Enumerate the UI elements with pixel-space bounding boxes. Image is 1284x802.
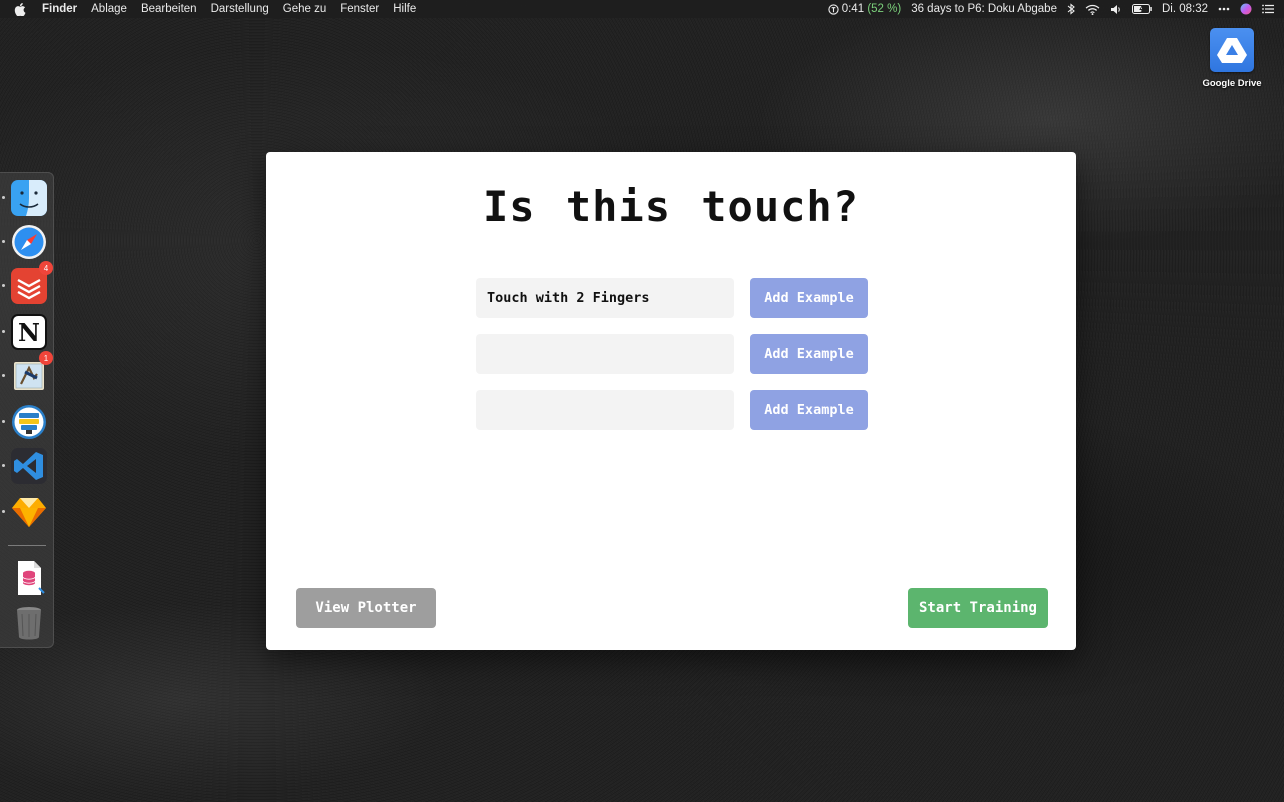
control-center-icon[interactable] [1262,4,1274,14]
running-indicator [2,510,5,513]
dock-item-safari[interactable] [2,223,48,261]
timer-icon [828,3,839,15]
dock-item-todoist[interactable]: 4 [2,261,53,305]
class-name-input[interactable] [476,390,734,430]
sketch-icon [12,498,46,527]
clock-text[interactable]: Di. 08:32 [1162,3,1208,15]
menu-fenster[interactable]: Fenster [340,3,379,15]
bluetooth-icon[interactable] [1067,3,1075,15]
timer-status[interactable]: 0:41 (52 %) [828,3,901,15]
dock-separator [8,545,46,546]
notification-badge: 4 [39,261,53,275]
dock-item-sketch[interactable] [2,493,48,531]
class-name-input[interactable] [476,278,734,318]
dock-item-finder[interactable] [2,179,48,217]
class-row: Add Example [476,278,868,318]
finder-icon [11,180,47,216]
add-example-button[interactable]: Add Example [750,390,868,430]
timer-text: 0:41 [841,3,865,15]
running-indicator [2,240,5,243]
battery-icon[interactable] [1131,4,1152,14]
running-indicator [2,196,5,199]
menu-app-name[interactable]: Finder [42,3,77,15]
menu-hilfe[interactable]: Hilfe [393,3,416,15]
class-row: Add Example [476,390,868,430]
add-example-button[interactable]: Add Example [750,278,868,318]
more-icon[interactable] [1218,7,1230,11]
notion-icon: N [11,314,47,350]
dock-item-trash[interactable] [10,603,48,641]
running-indicator [2,464,5,467]
running-indicator [2,330,5,333]
trash-icon [17,607,41,640]
database-file-icon [18,561,45,595]
desktop-icon-label: Google Drive [1202,78,1262,89]
class-row: Add Example [476,334,868,374]
volume-icon[interactable] [1110,4,1122,15]
dock-item-notion[interactable]: N [2,313,48,351]
menu-darstellung[interactable]: Darstellung [211,3,269,15]
class-name-input[interactable] [476,334,734,374]
svg-text:N: N [18,318,40,347]
google-drive-icon [1210,28,1254,72]
apple-logo-icon[interactable] [14,2,28,16]
menu-ablage[interactable]: Ablage [91,3,127,15]
add-example-button[interactable]: Add Example [750,334,868,374]
timer-percent: (52 %) [867,3,902,15]
dock-item-sql-document[interactable] [10,559,48,597]
sourcetree-icon [12,405,46,439]
wifi-icon[interactable] [1085,4,1100,15]
running-indicator [2,420,5,423]
running-indicator [2,374,5,377]
running-indicator [2,284,5,287]
dock-item-sourcetree[interactable] [2,403,48,441]
dock-item-mail[interactable]: 1 [2,351,53,395]
start-training-button[interactable]: Start Training [908,588,1048,628]
dock: 4 N 1 [0,172,54,648]
safari-icon [12,225,46,259]
desktop-icon-google-drive[interactable]: Google Drive [1196,28,1268,89]
vscode-icon [11,448,47,484]
dock-item-vscode[interactable] [2,447,48,485]
view-plotter-button[interactable]: View Plotter [296,588,436,628]
page-title: Is this touch? [482,182,859,231]
menu-bar: Finder Ablage Bearbeiten Darstellung Geh… [0,0,1284,18]
notification-badge: 1 [39,351,53,365]
training-window: Is this touch? Add Example Add Example A… [266,152,1076,650]
siri-icon[interactable] [1240,3,1252,15]
menu-gehe-zu[interactable]: Gehe zu [283,3,326,15]
menu-bearbeiten[interactable]: Bearbeiten [141,3,197,15]
countdown-text[interactable]: 36 days to P6: Doku Abgabe [911,3,1057,15]
